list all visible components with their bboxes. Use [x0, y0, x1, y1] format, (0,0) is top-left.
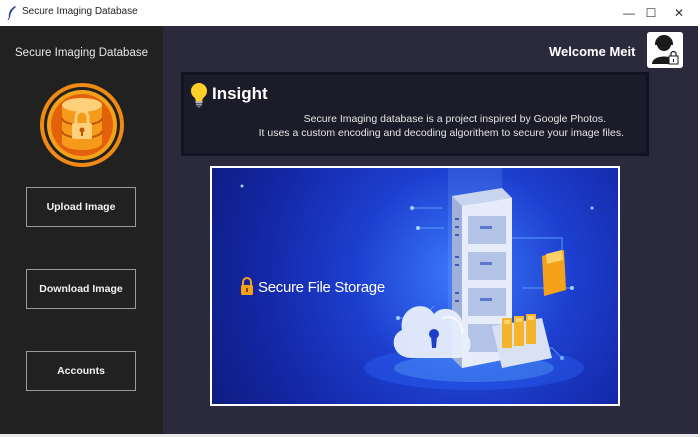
main-panel: Welcome Meit Insight Secure Imaging data… [163, 26, 698, 434]
app-window: Secure Imaging Database — ☐ ✕ Secure Ima… [0, 0, 700, 437]
close-button[interactable]: ✕ [668, 3, 690, 23]
maximize-button[interactable]: ☐ [640, 3, 662, 23]
download-image-button[interactable]: Download Image [26, 269, 136, 309]
sidebar: Secure Imaging Database Upload Image Dow… [0, 26, 163, 434]
insight-text-line2: It uses a custom encoding and decoding a… [258, 127, 624, 139]
user-lock-icon[interactable] [647, 32, 683, 68]
insight-title: Insight [212, 84, 268, 103]
accounts-button[interactable]: Accounts [26, 351, 136, 391]
upload-image-button[interactable]: Upload Image [26, 187, 136, 227]
secure-storage-banner: Secure File Storage [210, 166, 620, 406]
sidebar-brand: Secure Imaging Database [15, 47, 148, 59]
feather-icon [7, 6, 16, 20]
insight-text-line1: Secure Imaging database is a project ins… [303, 113, 606, 125]
lightbulb-icon [191, 83, 207, 108]
insight-panel: Insight Secure Imaging database is a pro… [181, 72, 649, 156]
title-bar: Secure Imaging Database — ☐ ✕ [0, 0, 700, 26]
window-title: Secure Imaging Database [22, 6, 138, 17]
banner-caption: Secure File Storage [258, 279, 385, 296]
welcome-text: Welcome Meit [549, 44, 636, 59]
lock-icon [241, 277, 253, 295]
database-lock-icon [40, 83, 124, 167]
minimize-button[interactable]: — [618, 3, 640, 23]
